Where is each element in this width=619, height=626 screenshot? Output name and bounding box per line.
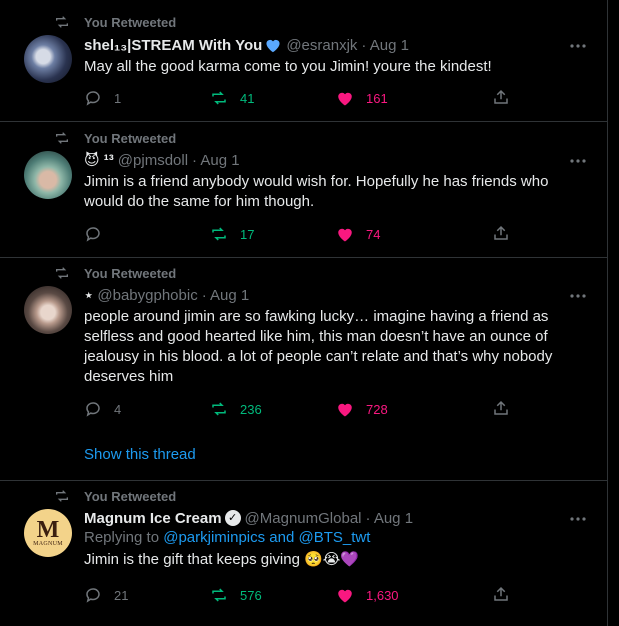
share-button[interactable]: [492, 585, 510, 608]
retweet-icon: [56, 16, 68, 28]
tweet-date[interactable]: · Aug 1: [366, 510, 414, 527]
retweet-icon: [56, 267, 68, 279]
display-name[interactable]: Magnum Ice Cream: [84, 510, 222, 527]
show-thread-link[interactable]: Show this thread: [84, 446, 196, 463]
retweeted-indicator: You Retweeted: [54, 14, 176, 30]
like-count: 74: [366, 226, 381, 242]
reply-count: 21: [114, 587, 129, 603]
retweet-icon: [56, 132, 68, 144]
share-icon: [494, 586, 508, 601]
reply-icon: [86, 588, 100, 603]
display-name[interactable]: 😈 ¹³: [84, 151, 114, 169]
retweeted-indicator: You Retweeted: [54, 265, 176, 281]
like-button[interactable]: 1,630: [336, 586, 462, 604]
like-button[interactable]: 74: [336, 225, 462, 243]
retweet-button[interactable]: 576: [210, 586, 336, 604]
retweeted-label: You Retweeted: [84, 265, 177, 281]
replying-to-links[interactable]: @parkjiminpics and @BTS_twt: [163, 529, 370, 546]
magnum-wordmark: MAGNUM: [33, 541, 63, 547]
tweet[interactable]: You Retweeted 😈 ¹³ @pjmsdoll · Aug 1 Jim…: [0, 121, 607, 258]
reply-count: 4: [114, 401, 122, 417]
display-name[interactable]: ⋆: [84, 286, 93, 304]
retweet-button[interactable]: 236: [210, 400, 336, 418]
handle[interactable]: @esranxjk: [286, 37, 357, 54]
tweet[interactable]: You Retweeted M MAGNUM Magnum Ice Cream …: [0, 480, 607, 626]
tweet-text: people around jimin are so fawking lucky…: [84, 308, 553, 385]
heart-icon: [338, 228, 352, 242]
timeline-feed: You Retweeted shel₁₃|STREAM With You @es…: [0, 0, 608, 626]
retweet-icon: [212, 91, 226, 105]
retweeted-indicator: You Retweeted: [54, 488, 176, 504]
retweet-count: 236: [240, 401, 262, 417]
heart-icon: [338, 403, 352, 417]
share-icon: [494, 89, 508, 104]
tweet-date[interactable]: · Aug 1: [361, 37, 409, 54]
retweet-button[interactable]: 17: [210, 225, 336, 243]
retweeted-label: You Retweeted: [84, 130, 177, 146]
like-count: 728: [366, 401, 388, 417]
handle[interactable]: @MagnumGlobal: [245, 510, 362, 527]
reply-icon: [86, 227, 100, 242]
heart-icon: [338, 92, 352, 106]
blue-heart-icon: [266, 39, 280, 53]
retweet-count: 576: [240, 587, 262, 603]
share-button[interactable]: [492, 88, 510, 111]
verified-badge-icon: ✓: [224, 510, 241, 526]
share-icon: [494, 400, 508, 415]
reply-icon: [86, 91, 100, 106]
like-button[interactable]: 728: [336, 400, 462, 418]
magnum-logo-icon: M: [36, 517, 60, 543]
retweeted-label: You Retweeted: [84, 14, 177, 30]
reply-count: 1: [114, 90, 122, 106]
reply-button[interactable]: 4: [84, 400, 210, 418]
magnum-logo-avatar[interactable]: M MAGNUM: [24, 509, 72, 557]
more-options-icon[interactable]: [569, 287, 587, 305]
reply-icon: [86, 402, 100, 417]
retweeted-indicator: You Retweeted: [54, 130, 176, 146]
tweet-text: May all the good karma come to you Jimin…: [84, 58, 492, 75]
tweet[interactable]: You Retweeted ⋆ @babygphobic · Aug 1 peo…: [0, 257, 607, 481]
more-options-icon[interactable]: [569, 152, 587, 170]
like-count: 161: [366, 90, 388, 106]
retweet-icon: [212, 588, 226, 602]
tweet-text: Jimin is a friend anybody would wish for…: [84, 173, 549, 210]
more-options-icon[interactable]: [569, 510, 587, 528]
reply-button[interactable]: [84, 225, 210, 243]
avatar[interactable]: [24, 286, 72, 334]
avatar[interactable]: [24, 35, 72, 83]
tweet-date[interactable]: · Aug 1: [202, 287, 250, 304]
tweet[interactable]: You Retweeted shel₁₃|STREAM With You @es…: [0, 0, 607, 122]
share-button[interactable]: [492, 399, 510, 422]
retweet-icon: [212, 402, 226, 416]
display-name[interactable]: shel₁₃|STREAM With You: [84, 37, 262, 54]
handle[interactable]: @babygphobic: [97, 287, 197, 304]
share-icon: [494, 225, 508, 240]
more-options-icon[interactable]: [569, 37, 587, 55]
tweet-date[interactable]: · Aug 1: [192, 152, 240, 169]
retweet-count: 17: [240, 226, 255, 242]
like-count: 1,630: [366, 587, 399, 603]
retweeted-label: You Retweeted: [84, 488, 177, 504]
retweet-count: 41: [240, 90, 255, 106]
retweet-icon: [212, 227, 226, 241]
handle[interactable]: @pjmsdoll: [118, 152, 188, 169]
retweet-button[interactable]: 41: [210, 89, 336, 107]
retweet-icon: [56, 490, 68, 502]
replying-to-prefix: Replying to: [84, 529, 160, 546]
heart-icon: [338, 589, 352, 603]
reply-button[interactable]: 1: [84, 89, 210, 107]
tweet-text: Jimin is the gift that keeps giving 🥺😭💜: [84, 551, 359, 568]
share-button[interactable]: [492, 224, 510, 247]
avatar[interactable]: [24, 151, 72, 199]
reply-button[interactable]: 21: [84, 586, 210, 604]
like-button[interactable]: 161: [336, 89, 462, 107]
replying-to: Replying to @parkjiminpics and @BTS_twt: [84, 528, 586, 548]
